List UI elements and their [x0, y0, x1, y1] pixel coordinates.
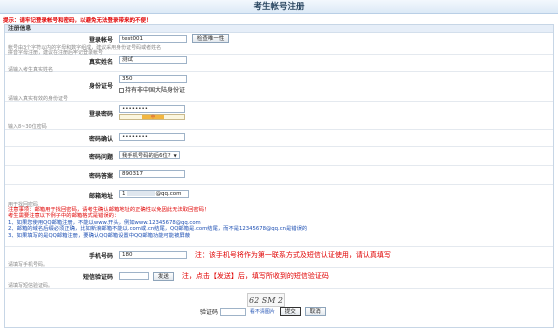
phone-row: 手机号码 180 注：该手机号将作为第一联系方式及短信认证使用，请认真填写 请填…: [5, 247, 553, 268]
password-confirm-label: 密码确认: [88, 136, 113, 143]
foreign-id-checkbox[interactable]: [119, 88, 124, 93]
answer-row: 密码答案 890317: [5, 166, 553, 185]
warning-text: 提示：请牢记登录帐号和密码，以避免无法登录带来的不便！: [3, 18, 152, 24]
realname-row: 真实姓名 测试 请输入考生真实姓名: [5, 55, 553, 73]
sms-label: 短信验证码: [82, 274, 113, 281]
password-confirm-row: 密码确认 ••••••••: [5, 130, 553, 147]
email-redacted-part: [126, 191, 155, 196]
password-hint: 输入8~30位密码: [8, 124, 47, 130]
email-row: 邮箱地址 1 @qq.com 用于找回密码 注意事项：邮箱用于找回密码，请考生确认…: [5, 185, 553, 247]
password-strength-meter: 中: [119, 114, 185, 120]
email-label: 邮箱地址: [88, 193, 113, 200]
section-title: 注册信息: [5, 25, 553, 33]
email-input[interactable]: 1 @qq.com: [119, 190, 189, 198]
chevron-down-icon: ▼: [173, 153, 177, 158]
send-sms-button[interactable]: 发送: [152, 271, 174, 281]
email-value-prefix: 1: [122, 191, 126, 197]
email-note-5: 3、如果填写的是QQ邮箱注册，要确认QQ邮箱设置中QQ邮箱功能可能被屏蔽: [8, 232, 190, 239]
idcard-input[interactable]: 350: [119, 75, 187, 83]
question-label: 密码问题: [88, 154, 113, 161]
phone-hint: 请填写手机号码。: [8, 262, 49, 268]
sms-note: 注，点击【发送】后，填写所收到的短信验证码: [181, 272, 329, 280]
cancel-button[interactable]: 取消: [304, 307, 326, 316]
phone-note: 注：该手机号将作为第一联系方式及短信认证使用，请认真填写: [194, 251, 391, 259]
question-selected: 我手机号码的后6位?: [122, 153, 171, 159]
phone-input[interactable]: 180: [119, 251, 187, 259]
password-strength-label: 中: [142, 115, 164, 119]
page-title: 考生帐号注册: [0, 0, 558, 14]
submit-button[interactable]: 提交: [279, 307, 301, 316]
answer-label: 密码答案: [88, 173, 113, 180]
account-input[interactable]: test001: [119, 34, 187, 43]
password-input[interactable]: ••••••••: [119, 105, 185, 113]
realname-label: 真实姓名: [88, 59, 113, 66]
check-unique-button[interactable]: 检查唯一性: [191, 34, 230, 43]
answer-input[interactable]: 890317: [119, 170, 185, 178]
question-select[interactable]: 我手机号码的后6位? ▼: [119, 151, 180, 159]
registration-panel: 注册信息 登录帐号 test001 检查唯一性 帐号由3个字符以内的字母和数字组…: [4, 24, 554, 328]
phone-label: 手机号码: [88, 253, 113, 260]
footer-row: 62 SM 2 验证码 看不清图片 提交 取消: [5, 289, 553, 319]
password-confirm-input[interactable]: ••••••••: [119, 133, 185, 141]
idcard-hint: 请输入真实有效的身份证号: [8, 96, 69, 102]
foreign-id-label: 持有非中国大陆身份证: [125, 87, 186, 94]
captcha-input[interactable]: [219, 307, 246, 316]
sms-code-input[interactable]: [119, 272, 149, 280]
account-label: 登录帐号: [88, 37, 113, 44]
question-row: 密码问题 我手机号码的后6位? ▼: [5, 147, 553, 166]
sms-row: 短信验证码 发送 注，点击【发送】后，填写所收到的短信验证码 请填写短信验证码。: [5, 268, 553, 289]
captcha-label: 验证码: [200, 309, 219, 316]
password-row: 登录密码 •••••••• 中 输入8~30位密码: [5, 102, 553, 130]
idcard-row: 身份证号 350 持有非中国大陆身份证 请输入真实有效的身份证号: [5, 72, 553, 102]
captcha-refresh-link[interactable]: 看不清图片: [250, 309, 275, 315]
idcard-label: 身份证号: [88, 83, 113, 90]
captcha-image[interactable]: 62 SM 2: [247, 293, 285, 307]
email-notes: 注意事项：邮箱用于找回密码，请考生确认邮箱地址的正确性以免因此无法取回密码！ 考…: [8, 207, 548, 239]
password-label: 登录密码: [88, 111, 113, 118]
account-row: 登录帐号 test001 检查唯一性 帐号由3个字符以内的字母和数字组成，建议采…: [5, 33, 553, 56]
realname-input[interactable]: 测试: [119, 56, 187, 64]
email-value-suffix: @qq.com: [155, 191, 182, 197]
sms-hint: 请填写短信验证码。: [8, 283, 54, 289]
